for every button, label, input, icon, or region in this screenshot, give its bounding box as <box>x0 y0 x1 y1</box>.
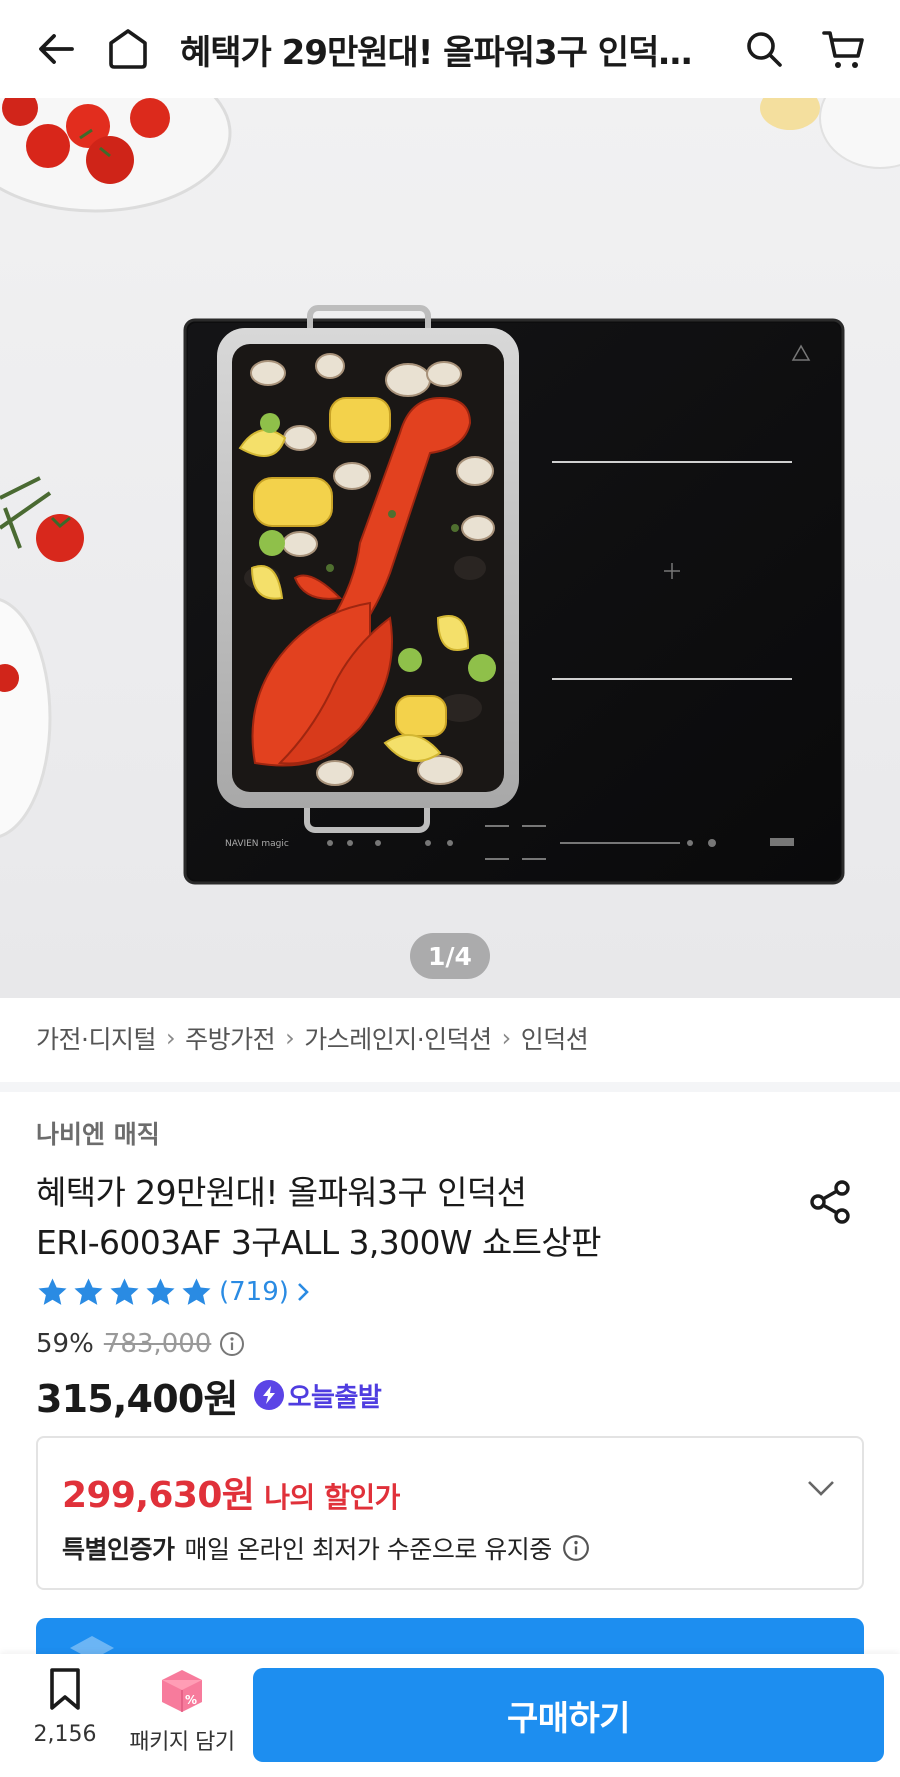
chevron-right-icon: › <box>501 1024 512 1052</box>
brand-name[interactable]: 나비엔 매직 <box>36 1115 160 1151</box>
info-icon <box>562 1535 589 1561</box>
product-name-line: ERI-6003AF 3구ALL 3,300W 쇼트상판 <box>36 1223 601 1262</box>
svg-text:%: % <box>185 1693 197 1707</box>
home-icon <box>109 29 147 69</box>
cart-icon <box>822 31 864 68</box>
chevron-right-icon: › <box>285 1024 295 1052</box>
my-discount-row: 299,630원 나의 할인가 <box>62 1466 400 1518</box>
breadcrumb-item[interactable]: 주방가전 <box>185 1020 276 1056</box>
search-button[interactable] <box>732 17 796 81</box>
chevron-right-icon <box>298 1283 309 1301</box>
lightning-icon <box>253 1380 284 1410</box>
star-icon <box>110 1277 139 1305</box>
share-button[interactable] <box>806 1178 854 1226</box>
breadcrumb-item[interactable]: 인덕션 <box>521 1020 589 1056</box>
review-count[interactable]: (719) <box>219 1277 289 1307</box>
rating-summary[interactable]: (719) <box>36 1272 311 1312</box>
chevron-right-icon: › <box>165 1024 176 1052</box>
my-discount-label: 나의 할인가 <box>264 1481 400 1514</box>
product-photo: NAVIEN magic <box>0 98 900 885</box>
star-icon <box>38 1277 67 1305</box>
search-icon <box>747 32 782 67</box>
star-icon <box>146 1277 175 1305</box>
special-price-info-button[interactable] <box>562 1534 590 1562</box>
original-price: 783,000 <box>103 1329 212 1359</box>
my-discount-panel[interactable]: 299,630원 나의 할인가 특별인증가 매일 온라인 최저가 수준으로 유지… <box>36 1436 864 1590</box>
product-name: 혜택가 29만원대! 올파워3구 인덕션 ERI-6003AF 3구ALL 3,… <box>36 1168 736 1268</box>
add-to-package-button[interactable]: % 패키지 담기 <box>122 1666 242 1766</box>
star-icon <box>74 1277 103 1305</box>
bookmark-count: 2,156 <box>33 1722 97 1747</box>
special-price-text: 매일 온라인 최저가 수준으로 유지중 <box>184 1535 553 1564</box>
breadcrumb: 가전·디지털 › 주방가전 › 가스레인지·인덕션 › 인덕션 <box>36 1018 589 1058</box>
star-icon <box>182 1277 211 1305</box>
today-delivery-badge: 오늘출발 <box>253 1377 382 1414</box>
top-bar: 혜택가 29만원대! 올파워3구 인덕션 ERI-6003AF 3구ALL 3,… <box>0 0 900 98</box>
home-button[interactable] <box>96 17 160 81</box>
special-price-row: 특별인증가 매일 온라인 최저가 수준으로 유지중 <box>62 1530 590 1566</box>
discount-line: 59% 783,000 <box>36 1325 245 1363</box>
package-box-icon: % <box>162 1670 202 1712</box>
sale-price: 315,400원 <box>36 1376 238 1421</box>
my-discount-price: 299,630원 <box>62 1475 255 1516</box>
bottom-action-bar: 2,156 % 패키지 담기 구매하기 <box>0 1654 900 1777</box>
rating-stars <box>36 1276 213 1309</box>
price-info-button[interactable] <box>219 1331 245 1357</box>
price-line: 315,400원 오늘출발 <box>36 1370 382 1421</box>
discount-rate: 59% <box>36 1329 94 1359</box>
product-name-line: 혜택가 29만원대! 올파워3구 인덕션 <box>36 1173 527 1212</box>
special-price-label: 특별인증가 <box>62 1535 175 1564</box>
share-icon <box>810 1180 850 1224</box>
bookmark-button[interactable]: 2,156 <box>22 1666 108 1766</box>
breadcrumb-item[interactable]: 가전·디지털 <box>36 1020 156 1056</box>
section-divider <box>0 1082 900 1092</box>
bookmark-icon <box>50 1668 80 1710</box>
cart-button[interactable] <box>812 17 876 81</box>
info-icon <box>220 1332 245 1356</box>
page-title: 혜택가 29만원대! 올파워3구 인덕션 ERI-6003AF 3구ALL 3,… <box>180 32 732 73</box>
image-pager: 1/4 <box>410 933 490 979</box>
breadcrumb-item[interactable]: 가스레인지·인덕션 <box>304 1020 492 1056</box>
chevron-down-icon[interactable] <box>806 1478 836 1498</box>
back-button[interactable] <box>24 17 88 81</box>
back-arrow-icon <box>39 34 74 64</box>
today-delivery-label: 오늘출발 <box>287 1382 382 1413</box>
package-label: 패키지 담기 <box>129 1730 235 1755</box>
buy-button[interactable]: 구매하기 <box>253 1668 884 1762</box>
cooktop-brand-text: NAVIEN magic <box>225 839 289 849</box>
product-image-gallery[interactable]: NAVIEN magic <box>0 98 900 998</box>
